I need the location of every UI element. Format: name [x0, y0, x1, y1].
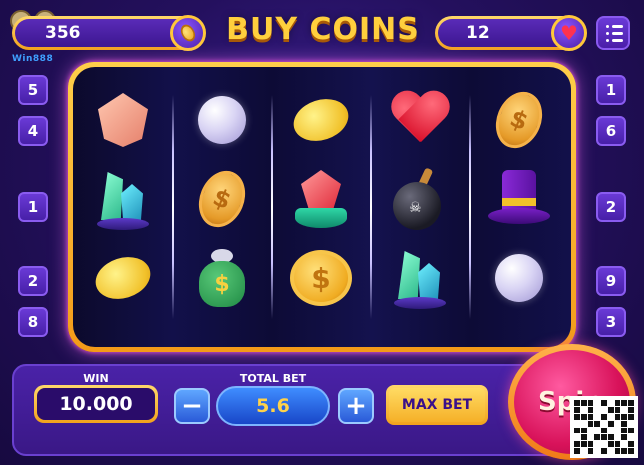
- payline-badge-left[interactable]: 5: [18, 75, 48, 105]
- coin-balance-value: 356: [45, 23, 81, 43]
- max-bet-label: MAX BET: [389, 388, 485, 422]
- max-bet-button[interactable]: MAX BET: [386, 385, 488, 425]
- heart-icon: ♥: [560, 21, 578, 45]
- payline-badge-left[interactable]: 4: [18, 116, 48, 146]
- reel-divider: [172, 95, 174, 319]
- decrease-bet-button[interactable]: −: [174, 388, 210, 424]
- coin-balance: 356: [12, 15, 206, 51]
- total-bet-label: TOTAL BET: [239, 372, 307, 385]
- reel-divider: [370, 95, 372, 319]
- reel-area: $ $ $ ☠ $: [73, 67, 571, 347]
- page-title: BUY COINS: [226, 12, 420, 47]
- lives-value: 12: [466, 23, 490, 43]
- add-coins-button[interactable]: [170, 15, 206, 51]
- win-display: 10.000: [34, 385, 158, 423]
- payline-badge-right[interactable]: 3: [596, 307, 626, 337]
- crystal-green-symbol-icon: [83, 159, 163, 239]
- heart-symbol-icon: [380, 80, 460, 160]
- qr-code: [570, 396, 638, 458]
- payline-badge-right[interactable]: 1: [596, 75, 626, 105]
- lemon-symbol-icon: [281, 80, 361, 160]
- increase-bet-button[interactable]: +: [338, 388, 374, 424]
- coin-icon: [178, 22, 198, 44]
- coin-symbol-icon: $: [479, 80, 559, 160]
- reel-divider: [469, 95, 471, 319]
- win-value: 10.000: [37, 388, 155, 420]
- win-label: WIN: [83, 372, 109, 385]
- payline-badge-right[interactable]: 6: [596, 116, 626, 146]
- payline-badge-left[interactable]: 1: [18, 192, 48, 222]
- total-bet-value: 5.6: [216, 386, 330, 426]
- lemon-symbol-icon: [83, 238, 163, 318]
- pearl-symbol-icon: [182, 80, 262, 160]
- reel-frame: $ $ $ ☠ $: [68, 62, 576, 352]
- coin-symbol-icon: $: [182, 159, 262, 239]
- payline-badge-left[interactable]: 8: [18, 307, 48, 337]
- bomb-symbol-icon: ☠: [380, 159, 460, 239]
- coin-flat-symbol-icon: $: [281, 238, 361, 318]
- minus-icon: −: [181, 391, 203, 421]
- gem-peach-symbol-icon: [83, 80, 163, 160]
- top-hat-symbol-icon: [479, 159, 559, 239]
- money-bag-symbol-icon: $: [182, 238, 262, 318]
- logo-text: Win888: [12, 54, 54, 64]
- crystal-green-symbol-icon: [380, 238, 460, 318]
- reel-divider: [271, 95, 273, 319]
- lives-balance: 12 ♥: [435, 15, 587, 51]
- payline-badge-right[interactable]: 2: [596, 192, 626, 222]
- menu-button[interactable]: [596, 16, 630, 50]
- payline-badge-left[interactable]: 2: [18, 266, 48, 296]
- ruby-symbol-icon: [281, 159, 361, 239]
- plus-icon: +: [345, 391, 367, 421]
- pearl-symbol-icon: [479, 238, 559, 318]
- payline-badge-right[interactable]: 9: [596, 266, 626, 296]
- add-lives-button[interactable]: ♥: [551, 15, 587, 51]
